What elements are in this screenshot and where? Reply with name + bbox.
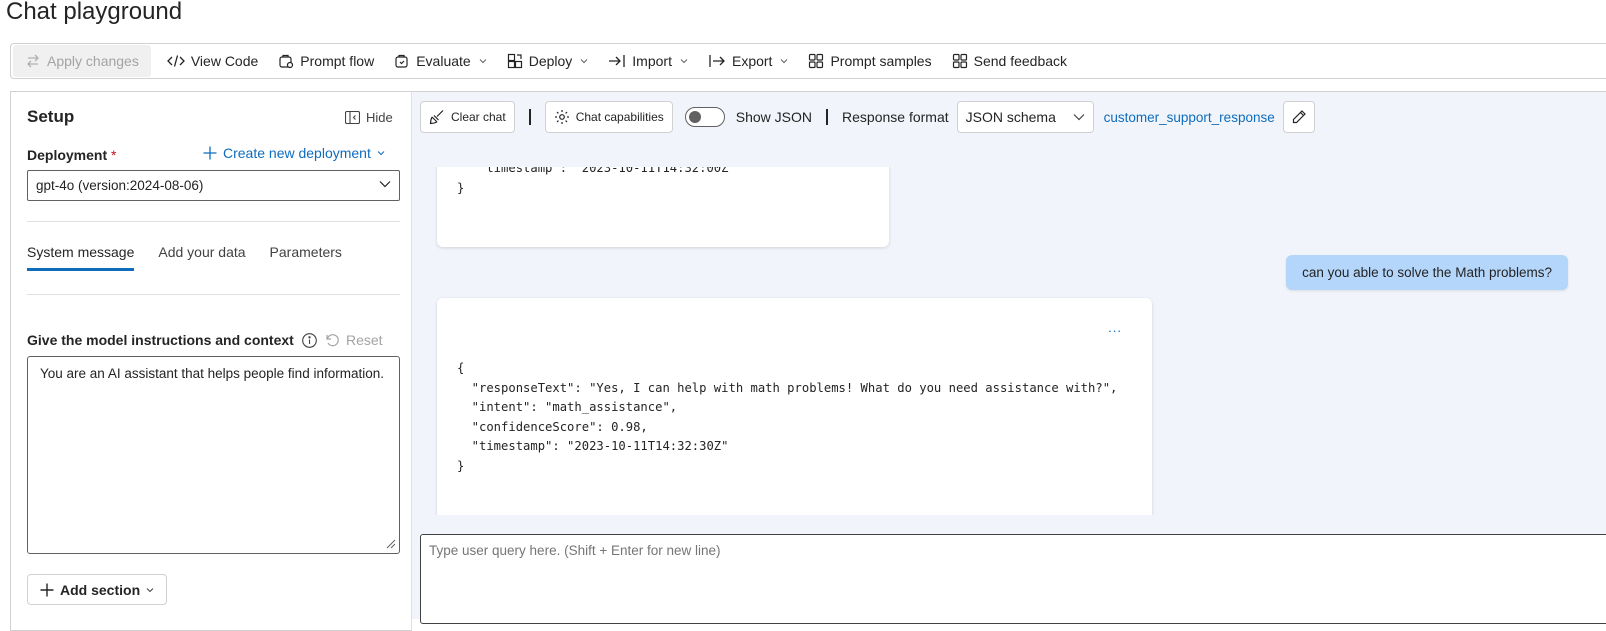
deployment-label: Deployment *	[27, 147, 116, 163]
chat-panel: Clear chat Chat capabilities Show JSON R…	[412, 91, 1606, 624]
schema-name-link[interactable]: customer_support_response	[1104, 110, 1275, 125]
deploy-button[interactable]: Deploy	[497, 45, 599, 77]
setup-panel: Setup Hide Deployment * Create new deplo…	[10, 91, 412, 631]
deployment-label-text: Deployment	[27, 147, 108, 163]
swap-arrows-icon	[25, 53, 41, 69]
deployment-value: gpt-4o (version:2024-08-06)	[36, 178, 204, 193]
code-icon	[166, 53, 185, 69]
clear-chat-label: Clear chat	[451, 110, 506, 124]
assistant-message-previous: timestamp : 2023-10-11T14:32:00Z }	[437, 167, 889, 247]
show-json-label: Show JSON	[735, 109, 813, 125]
resize-handle-icon[interactable]	[386, 539, 396, 549]
plus-icon	[203, 146, 217, 160]
reset-button[interactable]: Reset	[325, 332, 383, 348]
send-feedback-button[interactable]: Send feedback	[942, 45, 1077, 77]
message-list: timestamp : 2023-10-11T14:32:00Z } can y…	[412, 167, 1606, 515]
prompt-samples-button[interactable]: Prompt samples	[798, 45, 941, 77]
view-code-label: View Code	[190, 53, 259, 69]
pencil-icon	[1291, 109, 1307, 125]
apply-changes-label: Apply changes	[47, 53, 139, 69]
deployment-select[interactable]: gpt-4o (version:2024-08-06)	[27, 170, 400, 201]
assistant-message: ... { "responseText": "Yes, I can help w…	[437, 298, 1152, 515]
top-toolbar: Apply changes View Code Prompt flow Eval…	[10, 43, 1606, 79]
export-label: Export	[731, 53, 773, 69]
broom-icon	[429, 109, 445, 125]
add-section-label: Add section	[60, 581, 141, 598]
chevron-down-icon	[1073, 113, 1085, 121]
instructions-label: Give the model instructions and context	[27, 332, 317, 348]
chat-capabilities-label: Chat capabilities	[575, 110, 664, 124]
chat-capabilities-button[interactable]: Chat capabilities	[544, 101, 673, 133]
setup-title: Setup	[27, 107, 75, 126]
edit-schema-button[interactable]	[1282, 101, 1315, 133]
page-title: Chat playground	[6, 0, 183, 25]
toggle-knob	[688, 111, 701, 123]
chevron-down-icon	[580, 58, 588, 64]
instructions-label-text: Give the model instructions and context	[27, 332, 294, 348]
chevron-down-icon	[780, 58, 788, 64]
prompt-flow-icon	[278, 53, 294, 69]
add-section-button[interactable]: Add section	[27, 574, 167, 605]
send-feedback-label: Send feedback	[973, 53, 1068, 69]
setup-tabs: System message Add your data Parameters	[27, 244, 342, 271]
divider	[27, 221, 400, 222]
tab-add-your-data[interactable]: Add your data	[158, 244, 245, 271]
hide-label: Hide	[366, 110, 393, 125]
assistant-message-code: { "responseText": "Yes, I can help with …	[457, 361, 1118, 473]
reset-label: Reset	[346, 332, 383, 348]
create-deployment-button[interactable]: Create new deployment	[203, 145, 385, 161]
user-message: can you able to solve the Math problems?	[1286, 255, 1568, 290]
import-button[interactable]: Import	[598, 45, 698, 77]
user-query-input[interactable]	[420, 534, 1606, 624]
separator	[826, 109, 829, 125]
export-arrow-icon	[708, 53, 726, 69]
required-asterisk: *	[111, 147, 117, 163]
prompt-flow-label: Prompt flow	[300, 53, 375, 69]
view-code-button[interactable]: View Code	[157, 45, 268, 77]
response-format-value: JSON schema	[965, 109, 1056, 125]
show-json-toggle[interactable]	[684, 107, 725, 127]
prompt-samples-label: Prompt samples	[830, 53, 932, 69]
import-arrow-icon	[608, 53, 626, 69]
undo-icon	[325, 333, 340, 348]
chevron-down-icon	[379, 180, 391, 188]
chevron-down-icon	[479, 58, 487, 64]
plus-icon	[40, 583, 54, 597]
deploy-label: Deploy	[528, 53, 573, 69]
assistant-message-code: timestamp : 2023-10-11T14:32:00Z }	[457, 167, 729, 195]
cube-icon	[507, 53, 523, 69]
info-icon[interactable]	[301, 332, 317, 348]
chevron-down-icon	[146, 587, 154, 593]
panel-collapse-icon	[345, 111, 360, 124]
import-label: Import	[632, 53, 672, 69]
response-format-label: Response format	[842, 109, 949, 125]
prompt-flow-button[interactable]: Prompt flow	[268, 45, 384, 77]
chat-toolbar: Clear chat Chat capabilities Show JSON R…	[412, 92, 1606, 167]
hide-button[interactable]: Hide	[345, 110, 393, 125]
export-button[interactable]: Export	[698, 45, 798, 77]
evaluate-label: Evaluate	[416, 53, 471, 69]
divider	[27, 294, 400, 295]
feedback-icon	[952, 53, 968, 69]
chevron-down-icon	[680, 58, 688, 64]
evaluate-icon	[394, 53, 410, 69]
create-deployment-label: Create new deployment	[223, 145, 371, 161]
tab-system-message[interactable]: System message	[27, 244, 135, 271]
grid-icon	[808, 53, 824, 69]
chevron-down-icon	[377, 150, 385, 156]
clear-chat-button[interactable]: Clear chat	[420, 101, 515, 133]
tab-parameters[interactable]: Parameters	[270, 244, 342, 271]
apply-changes-button[interactable]: Apply changes	[13, 45, 151, 77]
separator	[528, 109, 531, 125]
more-options-icon[interactable]: ...	[1108, 320, 1122, 335]
response-format-select[interactable]: JSON schema	[956, 101, 1094, 133]
evaluate-button[interactable]: Evaluate	[384, 45, 496, 77]
gear-icon	[554, 109, 570, 125]
system-message-textarea[interactable]: You are an AI assistant that helps peopl…	[27, 356, 400, 554]
